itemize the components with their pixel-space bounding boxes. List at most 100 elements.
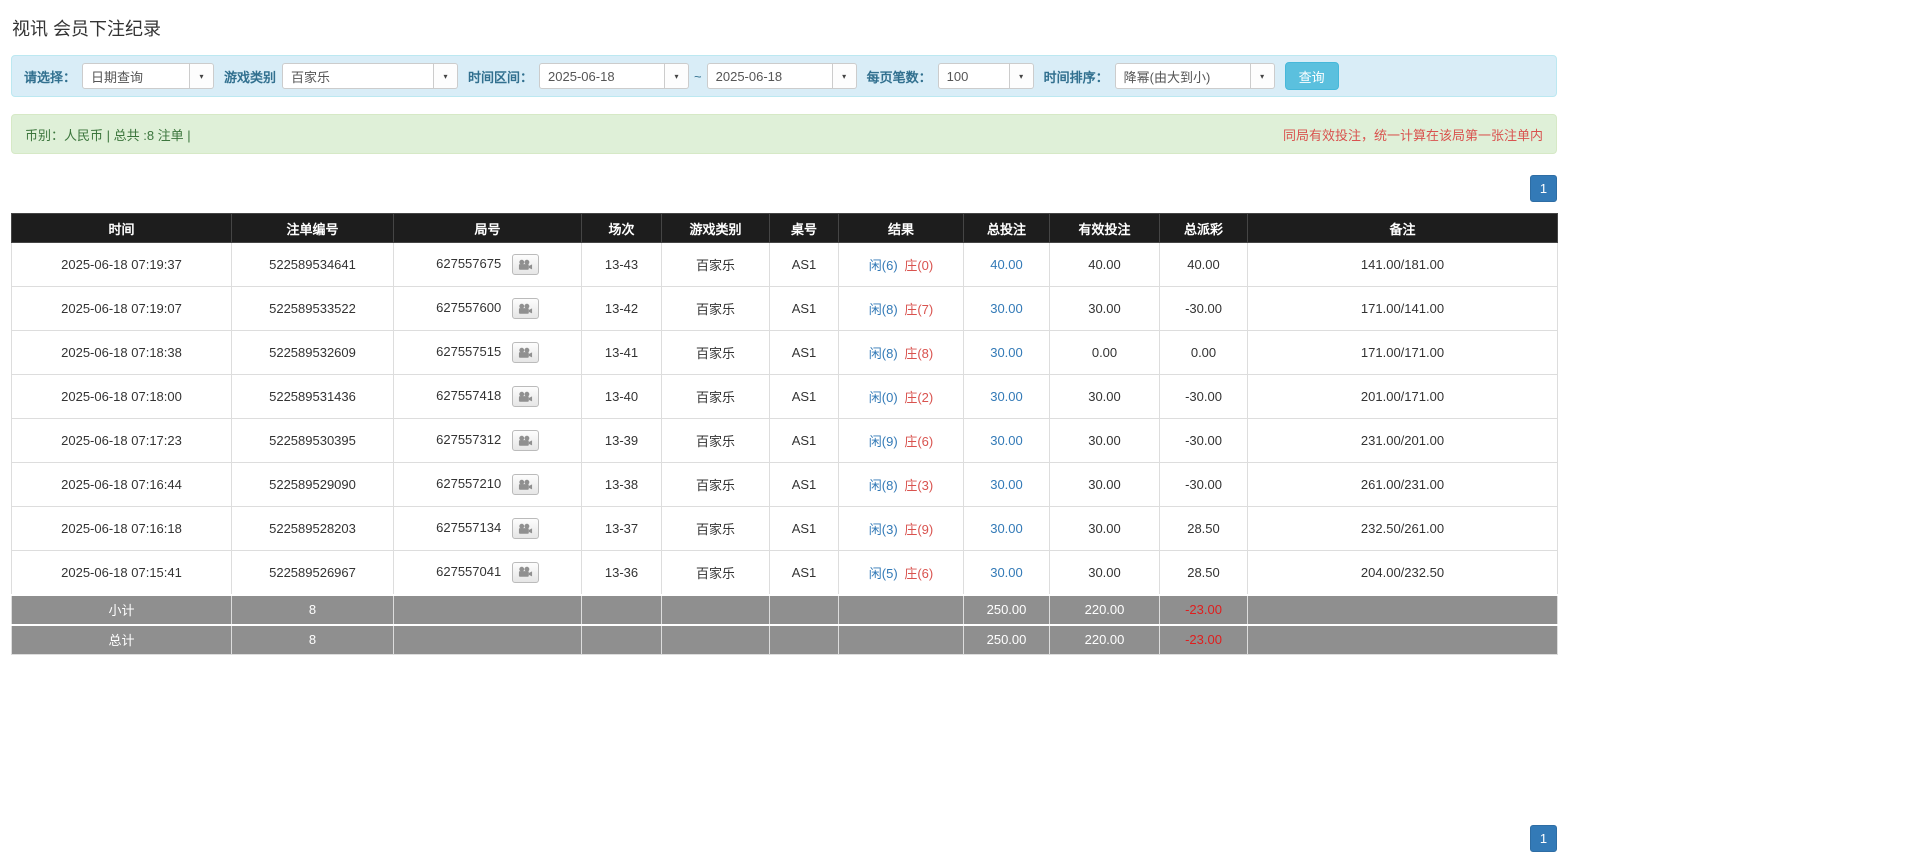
cell-time: 2025-06-18 07:17:23 <box>11 418 232 463</box>
cell-game-type: 百家乐 <box>661 462 770 507</box>
result-player-text: 闲(0) <box>868 390 898 405</box>
video-camera-icon <box>518 523 532 534</box>
cell-valid-bet: 30.00 <box>1049 418 1160 463</box>
total-empty-cell <box>393 623 582 655</box>
query-type-input[interactable] <box>82 63 191 89</box>
cell-time: 2025-06-18 07:19:07 <box>11 286 232 331</box>
total-valid-bet: 220.00 <box>1049 623 1160 655</box>
cell-total-bet: 30.00 <box>963 462 1050 507</box>
cell-bet-no: 522589533522 <box>231 286 394 331</box>
total-bet-link[interactable]: 30.00 <box>990 565 1023 580</box>
date-to-caret-icon[interactable]: ▾ <box>832 63 857 89</box>
game-type-combobox: ▾ <box>282 63 459 89</box>
video-replay-button[interactable] <box>511 561 539 583</box>
subtotal-total-bet: 250.00 <box>963 593 1050 625</box>
header-bet-no: 注单编号 <box>231 213 394 243</box>
table-row: 2025-06-18 07:15:41 522589526967 6275570… <box>11 550 1558 595</box>
sort-order-label: 时间排序： <box>1043 69 1109 85</box>
date-from-input[interactable] <box>539 63 666 89</box>
video-replay-button[interactable] <box>511 474 539 495</box>
total-empty-cell <box>769 623 839 655</box>
sort-order-caret-icon[interactable]: ▾ <box>1250 63 1275 89</box>
sort-order-input[interactable] <box>1114 63 1251 89</box>
table-row: 2025-06-18 07:18:00 522589531436 6275574… <box>11 374 1558 419</box>
table-row: 2025-06-18 07:17:23 522589530395 6275573… <box>11 418 1558 463</box>
cell-session: 13-37 <box>581 506 662 551</box>
game-type-caret-icon[interactable]: ▾ <box>434 63 459 89</box>
game-type-input[interactable] <box>282 63 435 89</box>
cell-total-bet: 30.00 <box>963 330 1050 375</box>
cell-note: 232.50/261.00 <box>1247 506 1558 551</box>
header-valid-bet: 有效投注 <box>1049 213 1160 243</box>
table-footer: 小计 8 250.00 220.00 -23.00 总计 8 250.00 22… <box>11 593 1558 655</box>
cell-bet-no: 522589530395 <box>231 418 394 463</box>
cell-note: 261.00/231.00 <box>1247 462 1558 507</box>
page-1-button-bottom[interactable]: 1 <box>1530 825 1557 852</box>
total-bet-link[interactable]: 30.00 <box>990 521 1023 536</box>
result-banker-text: 庄(6) <box>904 434 934 449</box>
header-note: 备注 <box>1247 213 1558 243</box>
round-no-text: 627557600 <box>436 299 502 315</box>
grand-total-row: 总计 8 250.00 220.00 -23.00 <box>11 623 1558 655</box>
subtotal-empty-cell <box>661 593 770 625</box>
video-camera-icon <box>518 567 532 577</box>
cell-note: 231.00/201.00 <box>1247 418 1558 463</box>
header-total-bet: 总投注 <box>963 213 1050 243</box>
search-button[interactable]: 查询 <box>1284 62 1339 90</box>
page-size-input[interactable] <box>937 63 1010 89</box>
date-from-caret-icon[interactable]: ▾ <box>665 63 690 89</box>
cell-table-no: AS1 <box>769 242 839 287</box>
total-bet-link[interactable]: 40.00 <box>990 257 1023 272</box>
video-replay-button[interactable] <box>511 254 539 275</box>
page-size-caret-icon[interactable]: ▾ <box>1009 63 1034 89</box>
video-camera-icon <box>518 435 532 446</box>
total-bet-link[interactable]: 30.00 <box>990 345 1023 360</box>
cell-round-no: 627557515 <box>393 330 582 375</box>
cell-valid-bet: 30.00 <box>1049 506 1160 551</box>
cell-payout: -30.00 <box>1159 462 1248 507</box>
video-replay-button[interactable] <box>511 518 539 539</box>
total-bet-link[interactable]: 30.00 <box>990 389 1023 404</box>
date-range-separator: ~ <box>694 68 702 84</box>
subtotal-label: 小计 <box>11 593 232 625</box>
cell-time: 2025-06-18 07:16:44 <box>11 462 232 507</box>
total-label: 总计 <box>11 623 232 655</box>
round-no-text: 627557675 <box>436 255 502 271</box>
cell-round-no: 627557675 <box>393 242 582 287</box>
subtotal-valid-bet: 220.00 <box>1049 593 1160 625</box>
total-bet-link[interactable]: 30.00 <box>990 433 1023 448</box>
result-banker-text: 庄(2) <box>904 390 934 405</box>
cell-note: 141.00/181.00 <box>1247 242 1558 287</box>
pagination-top: 1 <box>11 175 1557 202</box>
date-to-input[interactable] <box>706 63 833 89</box>
cell-table-no: AS1 <box>769 462 839 507</box>
summary-bar: 币别：人民币 | 总共 :8 注单 | 同局有效投注，统一计算在该局第一张注单内 <box>11 114 1557 154</box>
cell-session: 13-36 <box>581 550 662 595</box>
cell-bet-no: 522589529090 <box>231 462 394 507</box>
cell-valid-bet: 0.00 <box>1049 330 1160 375</box>
video-replay-button[interactable] <box>511 430 539 451</box>
video-replay-button[interactable] <box>511 342 539 363</box>
total-bet-link[interactable]: 30.00 <box>990 477 1023 492</box>
total-bet-link[interactable]: 30.00 <box>990 301 1023 316</box>
total-count: 8 <box>231 623 394 655</box>
video-replay-button[interactable] <box>511 386 539 407</box>
cell-valid-bet: 30.00 <box>1049 550 1160 595</box>
cell-table-no: AS1 <box>769 550 839 595</box>
cell-result: 闲(0) 庄(2) <box>838 374 964 419</box>
time-range-label: 时间区间： <box>468 69 534 85</box>
cell-time: 2025-06-18 07:16:18 <box>11 506 232 551</box>
result-banker-text: 庄(0) <box>904 258 934 273</box>
cell-game-type: 百家乐 <box>661 374 770 419</box>
page-1-button[interactable]: 1 <box>1530 175 1557 202</box>
cell-table-no: AS1 <box>769 286 839 331</box>
cell-total-bet: 40.00 <box>963 242 1050 287</box>
cell-game-type: 百家乐 <box>661 550 770 595</box>
result-player-text: 闲(8) <box>868 478 898 493</box>
header-game-type: 游戏类别 <box>661 213 770 243</box>
cell-result: 闲(8) 庄(7) <box>838 286 964 331</box>
query-type-caret-icon[interactable]: ▾ <box>190 63 215 89</box>
total-total-bet: 250.00 <box>963 623 1050 655</box>
video-replay-button[interactable] <box>511 298 539 319</box>
result-banker-text: 庄(3) <box>904 478 934 493</box>
